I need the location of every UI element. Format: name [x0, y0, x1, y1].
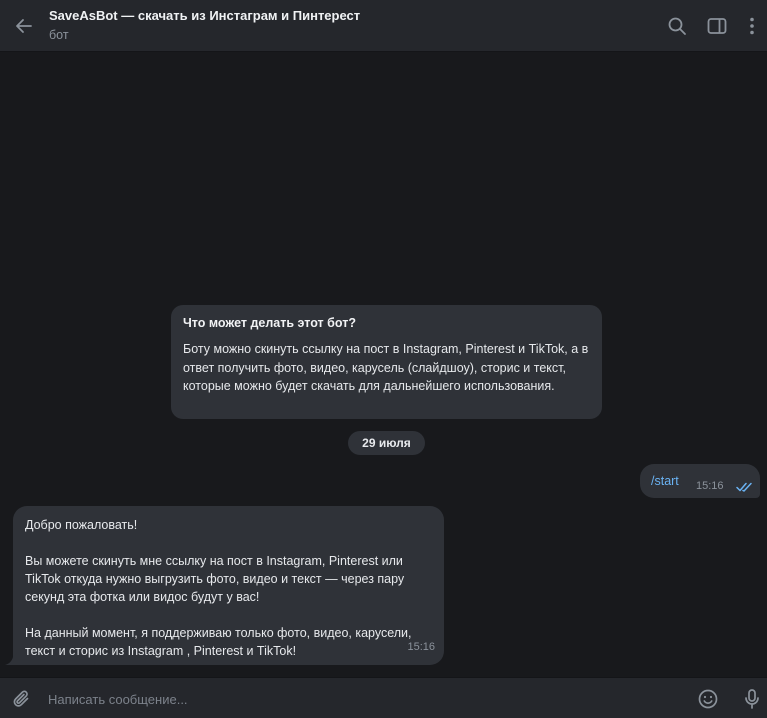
microphone-icon[interactable] — [740, 687, 764, 711]
chat-subtitle: бот — [49, 28, 69, 42]
telegram-chat-window: SaveAsBot — скачать из Инстаграм и Пинте… — [0, 0, 767, 718]
search-icon[interactable] — [665, 14, 689, 38]
emoji-icon[interactable] — [696, 687, 720, 711]
message-input[interactable] — [48, 686, 668, 712]
message-paragraph: Вы можете скинуть мне ссылку на пост в I… — [25, 554, 405, 604]
message-time: 15:16 — [696, 480, 724, 492]
message-greeting: Добро пожаловать! — [25, 518, 138, 532]
chat-title[interactable]: SaveAsBot — скачать из Инстаграм и Пинте… — [49, 8, 360, 23]
bot-info-text: Боту можно скинуть ссылку на пост в Inst… — [183, 342, 589, 393]
message-list[interactable]: Что может делать этот бот? Боту можно ск… — [0, 53, 767, 676]
outgoing-message[interactable]: /start 15:16 — [640, 464, 760, 498]
back-arrow-icon[interactable] — [12, 14, 36, 38]
date-separator: 29 июля — [348, 431, 425, 455]
bot-info-title: Что может делать этот бот? — [183, 316, 356, 330]
double-check-icon — [736, 481, 754, 493]
chat-header: SaveAsBot — скачать из Инстаграм и Пинте… — [0, 0, 767, 52]
incoming-message[interactable]: Добро пожаловать! Вы можете скинуть мне … — [13, 506, 444, 665]
bot-info-card: Что может делать этот бот? Боту можно ск… — [171, 305, 602, 419]
message-composer — [0, 677, 767, 718]
bubble-tail — [5, 653, 17, 665]
sidebar-toggle-icon[interactable] — [705, 14, 729, 38]
more-vertical-icon[interactable] — [740, 14, 764, 38]
message-time: 15:16 — [407, 641, 435, 653]
message-paragraph: На данный момент, я поддерживаю только ф… — [25, 626, 412, 658]
message-command-link[interactable]: /start — [651, 474, 679, 488]
paperclip-icon[interactable] — [10, 687, 34, 711]
